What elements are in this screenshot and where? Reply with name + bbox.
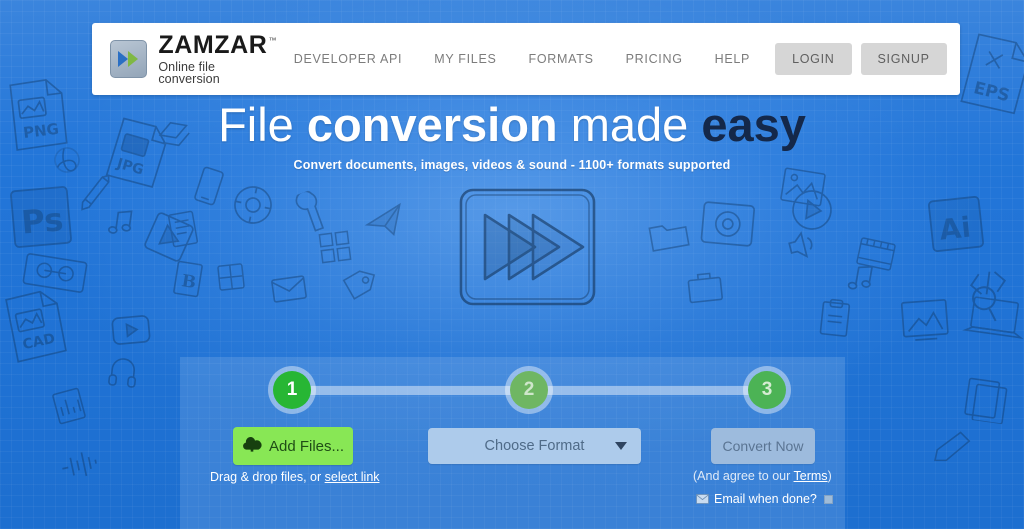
step-1-number: 1 [286,379,298,400]
email-when-done-row: Email when done? [696,492,833,506]
nav-my-files[interactable]: MY FILES [418,52,512,66]
converter-controls: Add Files... Choose Format Convert Now [180,427,845,473]
svg-text:Ps: Ps [20,200,65,242]
chevron-down-icon [615,442,627,450]
doodle-video-icon [139,207,200,268]
doodle-play-button-icon [109,312,154,348]
terms-prefix: (And agree to our [693,469,794,483]
step-2[interactable]: 2 [505,366,553,414]
nav-help[interactable]: HELP [699,52,766,66]
cloud-upload-icon [242,436,262,456]
drag-drop-hint: Drag & drop files, or select link [210,470,380,484]
email-when-done-label: Email when done? [714,492,817,506]
step-3-number: 3 [761,379,773,400]
doodle-magnifier-icon [963,279,1008,324]
svg-text:Ai: Ai [938,211,973,247]
doodle-camera-icon [698,194,758,251]
hero-art [455,185,600,310]
page-subtitle: Convert documents, images, videos & soun… [293,157,731,172]
doodle-doc-stack-icon [961,375,1015,425]
doodle-play-circle-icon [788,186,836,234]
add-files-button[interactable]: Add Files... [233,427,353,465]
step-2-number: 2 [523,379,535,400]
nav-pricing[interactable]: PRICING [610,52,699,66]
page-root: PNG JPG Ps CAD B Ai EPS ZAMZAR™ Online f… [0,0,1024,529]
svg-text:CAD: CAD [21,331,56,353]
doodle-illustrator-icon: Ai [925,193,987,255]
choose-format-dropdown[interactable]: Choose Format [428,428,641,464]
headline-part-4: easy [701,98,806,151]
drag-hint-text: Drag & drop files, or [210,470,325,484]
step-1[interactable]: 1 [268,366,316,414]
brand-logo[interactable]: ZAMZAR™ Online file conversion [110,30,278,86]
doodle-music-note-2-icon [843,260,878,297]
doodle-gear-icon [226,178,281,233]
doodle-laptop-icon [961,292,1024,346]
doodle-code-icon [966,265,1010,300]
doodle-chart-doc-icon [48,384,90,428]
site-header: ZAMZAR™ Online file conversion DEVELOPER… [92,23,960,95]
brand-text: ZAMZAR™ Online file conversion [158,30,278,86]
double-chevron-icon [110,40,148,78]
nav-formats[interactable]: FORMATS [513,52,610,66]
doodle-music-note-icon [104,205,138,239]
doodle-book-icon: B [169,258,207,301]
svg-text:B: B [180,271,197,293]
headline-part-2: conversion [306,98,558,151]
terms-suffix: ) [827,469,832,483]
doodle-monitor-icon [898,296,959,346]
login-button[interactable]: LOGIN [775,43,852,75]
doodle-sound-wave-icon [55,446,104,484]
brand-tagline: Online file conversion [158,59,220,86]
select-link[interactable]: select link [325,470,380,484]
doodle-cad-file: CAD [0,284,75,365]
nav-developer-api[interactable]: DEVELOPER API [278,52,418,66]
terms-link[interactable]: Terms [794,469,828,483]
doodle-paper-plane-icon [361,201,409,243]
doodle-folder-icon [646,217,693,256]
doodle-pen-icon [927,426,978,467]
headline-part-1: File [218,98,307,151]
doodle-pencil-icon [75,171,114,216]
brand-name: ZAMZAR™ [158,30,278,59]
choose-format-label: Choose Format [484,438,585,454]
doodle-photoshop-icon: Ps [7,183,74,250]
doodle-tag-icon [336,264,378,306]
main-navigation: DEVELOPER API MY FILES FORMATS PRICING H… [278,43,947,75]
doodle-speaker-icon [782,224,823,265]
hero-section: File conversion made easy Convert docume… [0,98,1024,172]
doodle-clipboard-icon [816,296,854,339]
doodle-headphone-icon [106,354,139,391]
step-3[interactable]: 3 [743,366,791,414]
signup-button[interactable]: SIGNUP [860,43,947,75]
envelope-icon [696,494,709,504]
doodle-film-icon [853,234,899,274]
terms-notice: (And agree to our Terms) [693,469,832,483]
step-indicator: 1 2 3 [180,357,845,417]
brand-name-text: ZAMZAR [158,30,268,59]
converter-widget: 1 2 3 Add Files... Choose Format Convert… [180,357,845,529]
brand-trademark: ™ [268,36,278,46]
doodle-grid-2-icon [316,228,354,266]
convert-now-button[interactable]: Convert Now [711,428,815,464]
doodle-envelope-icon [268,272,310,305]
page-title: File conversion made easy [0,98,1024,151]
doodle-wrench-icon [290,185,339,239]
doodle-grid-icon [215,261,248,294]
headline-part-3: made [557,98,702,151]
doodle-cassette-icon [19,249,90,297]
email-when-done-checkbox[interactable] [823,494,833,504]
add-files-label: Add Files... [268,437,345,455]
doodle-briefcase-icon [684,268,725,306]
doodle-text-doc-icon [165,208,201,251]
